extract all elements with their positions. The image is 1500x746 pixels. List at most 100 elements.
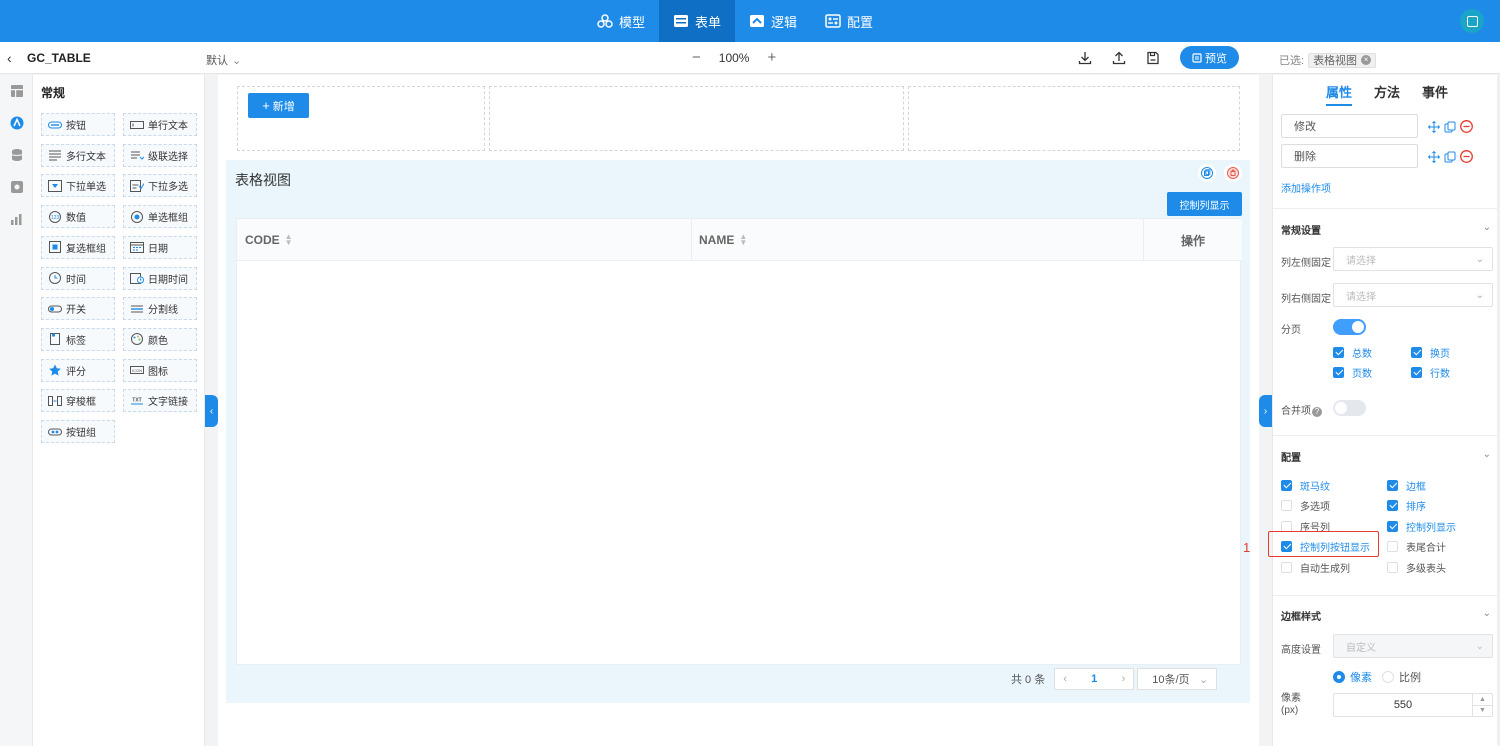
control-columns-button[interactable]: 控制列显示 (1167, 192, 1242, 216)
delete-widget-icon[interactable] (1224, 164, 1242, 182)
component-item[interactable]: 级联选择 (123, 143, 197, 167)
left-fix-select[interactable]: 请选择 ⌄ (1333, 247, 1493, 271)
copy-widget-icon[interactable] (1198, 164, 1216, 182)
config-option[interactable]: 斑马纹 (1281, 478, 1330, 493)
unit-radio-ratio[interactable]: 比例 (1382, 669, 1421, 685)
config-option[interactable]: 边框 (1387, 478, 1426, 493)
back-chevron-icon[interactable]: ‹ (7, 50, 12, 66)
component-item[interactable]: 单行文本 (123, 113, 197, 136)
column-header-code[interactable]: CODE ▲ ▼ (245, 219, 293, 261)
preview-button[interactable]: 预览 (1180, 46, 1239, 69)
zoom-in-button[interactable]: + (767, 49, 776, 66)
component-item[interactable]: 日期时间 (123, 266, 197, 290)
table-view-widget[interactable]: 表格视图 控制列显示 CODE ▲ ▼ NAME ▲ ▼ 操作 (226, 160, 1250, 703)
page-size-select[interactable]: 10条/页 ⌄ (1137, 668, 1218, 690)
save-icon[interactable] (1146, 51, 1160, 65)
tab-logic[interactable]: 逻辑 (735, 0, 811, 42)
step-up-icon[interactable]: ▲ (1473, 694, 1492, 706)
component-item[interactable]: ICON 图标 (123, 358, 197, 382)
component-item[interactable]: 单选框组 (123, 205, 197, 229)
remove-icon[interactable] (1460, 150, 1473, 163)
settings-icon[interactable] (10, 180, 24, 194)
config-option[interactable]: 多选项 (1281, 498, 1330, 513)
download-icon[interactable] (1078, 51, 1092, 65)
upload-icon[interactable] (1112, 51, 1126, 65)
close-icon[interactable]: × (1361, 55, 1372, 65)
component-item[interactable]: 复选框组 (41, 235, 115, 259)
dropdown-multi-icon (130, 179, 144, 192)
config-option[interactable]: 控制列显示 (1387, 519, 1456, 534)
config-option[interactable]: 自动生成列 (1281, 560, 1350, 575)
remove-icon[interactable] (1460, 120, 1473, 133)
add-operation-link[interactable]: 添加操作项 (1281, 180, 1331, 195)
component-item[interactable]: 开关 (41, 297, 115, 321)
column-header-name[interactable]: NAME ▲ ▼ (699, 219, 747, 261)
section-general-header[interactable]: 常规设置 ⌄ (1281, 222, 1491, 237)
paging-option-total[interactable]: 总数 (1333, 345, 1372, 360)
prev-page-icon[interactable]: ‹ (1063, 673, 1067, 685)
component-item[interactable]: 按钮 (41, 113, 115, 136)
config-option[interactable]: 表尾合计 (1387, 539, 1446, 554)
move-icon[interactable] (1428, 150, 1440, 163)
component-item[interactable]: 标签 (41, 327, 115, 351)
layout-slot[interactable] (908, 86, 1240, 151)
sort-icon[interactable]: ▲ ▼ (285, 233, 293, 247)
paging-label: 分页 (1281, 325, 1301, 336)
paging-option-jump[interactable]: 换页 (1411, 345, 1450, 360)
collapse-left-button[interactable]: ‹ (205, 395, 218, 427)
divider (1273, 435, 1500, 436)
paging-option-rows[interactable]: 行数 (1411, 365, 1450, 380)
copy-icon[interactable] (1444, 151, 1456, 163)
component-item[interactable]: 123 数值 (41, 205, 115, 229)
paging-option-pages[interactable]: 页数 (1333, 365, 1372, 380)
help-icon[interactable]: ? (1312, 407, 1322, 417)
operation-field-delete[interactable]: 删除 (1281, 144, 1418, 168)
px-input[interactable]: 550 ▲ ▼ (1333, 693, 1493, 717)
tab-config[interactable]: 配置 (811, 0, 887, 42)
component-item[interactable]: 颜色 (123, 327, 197, 351)
zoom-out-button[interactable]: − (692, 49, 701, 66)
tab-events[interactable]: 事件 (1422, 75, 1448, 108)
tab-form[interactable]: 表单 (659, 0, 736, 42)
selected-tag[interactable]: 表格视图 × (1308, 52, 1377, 68)
section-border-header[interactable]: 边框样式 ⌄ (1281, 608, 1491, 623)
paging-toggle[interactable] (1333, 319, 1366, 335)
component-item[interactable]: TXT 文字链接 (123, 389, 197, 413)
layout-slot[interactable] (489, 86, 904, 151)
sort-icon[interactable]: ▲ ▼ (739, 233, 747, 247)
step-down-icon[interactable]: ▼ (1473, 706, 1492, 717)
component-item[interactable]: 按钮组 (41, 420, 115, 443)
component-item[interactable]: 下拉单选 (41, 174, 115, 198)
component-item[interactable]: 下拉多选 (123, 174, 197, 198)
tab-model[interactable]: 模型 (583, 0, 659, 42)
component-item[interactable]: 穿梭框 (41, 389, 115, 413)
copy-icon[interactable] (1444, 121, 1456, 133)
components-icon[interactable] (10, 116, 24, 130)
next-page-icon[interactable]: › (1122, 673, 1126, 685)
right-fix-select[interactable]: 请选择 ⌄ (1333, 283, 1493, 307)
merge-toggle[interactable] (1333, 400, 1366, 416)
move-icon[interactable] (1428, 120, 1440, 133)
operation-field-edit[interactable]: 修改 (1281, 114, 1418, 138)
section-config-header[interactable]: 配置 ⌄ (1281, 449, 1491, 464)
mode-select[interactable]: 默认 ⌄ (206, 52, 241, 68)
add-button[interactable]: + 新增 (248, 93, 309, 118)
tab-attributes[interactable]: 属性 (1325, 75, 1352, 108)
config-option[interactable]: 排序 (1387, 498, 1426, 513)
unit-radio-px[interactable]: 像素 (1333, 669, 1372, 685)
tab-methods[interactable]: 方法 (1374, 75, 1400, 108)
config-option[interactable]: 多级表头 (1387, 560, 1446, 575)
collapse-right-button[interactable]: › (1259, 395, 1272, 427)
component-item[interactable]: 分割线 (123, 297, 197, 321)
layout-icon[interactable] (10, 84, 24, 98)
user-avatar[interactable] (1460, 9, 1484, 33)
database-icon[interactable] (10, 148, 24, 162)
tab-logic-label: 逻辑 (771, 14, 798, 30)
component-item[interactable]: 时间 (41, 266, 115, 290)
current-page[interactable]: 1 (1091, 673, 1097, 685)
component-item[interactable]: 多行文本 (41, 143, 115, 167)
chart-icon[interactable] (10, 212, 24, 226)
component-item[interactable]: 日期 (123, 235, 197, 259)
height-setting-select[interactable]: 自定义 ⌄ (1333, 634, 1493, 658)
component-item[interactable]: 评分 (41, 358, 115, 382)
